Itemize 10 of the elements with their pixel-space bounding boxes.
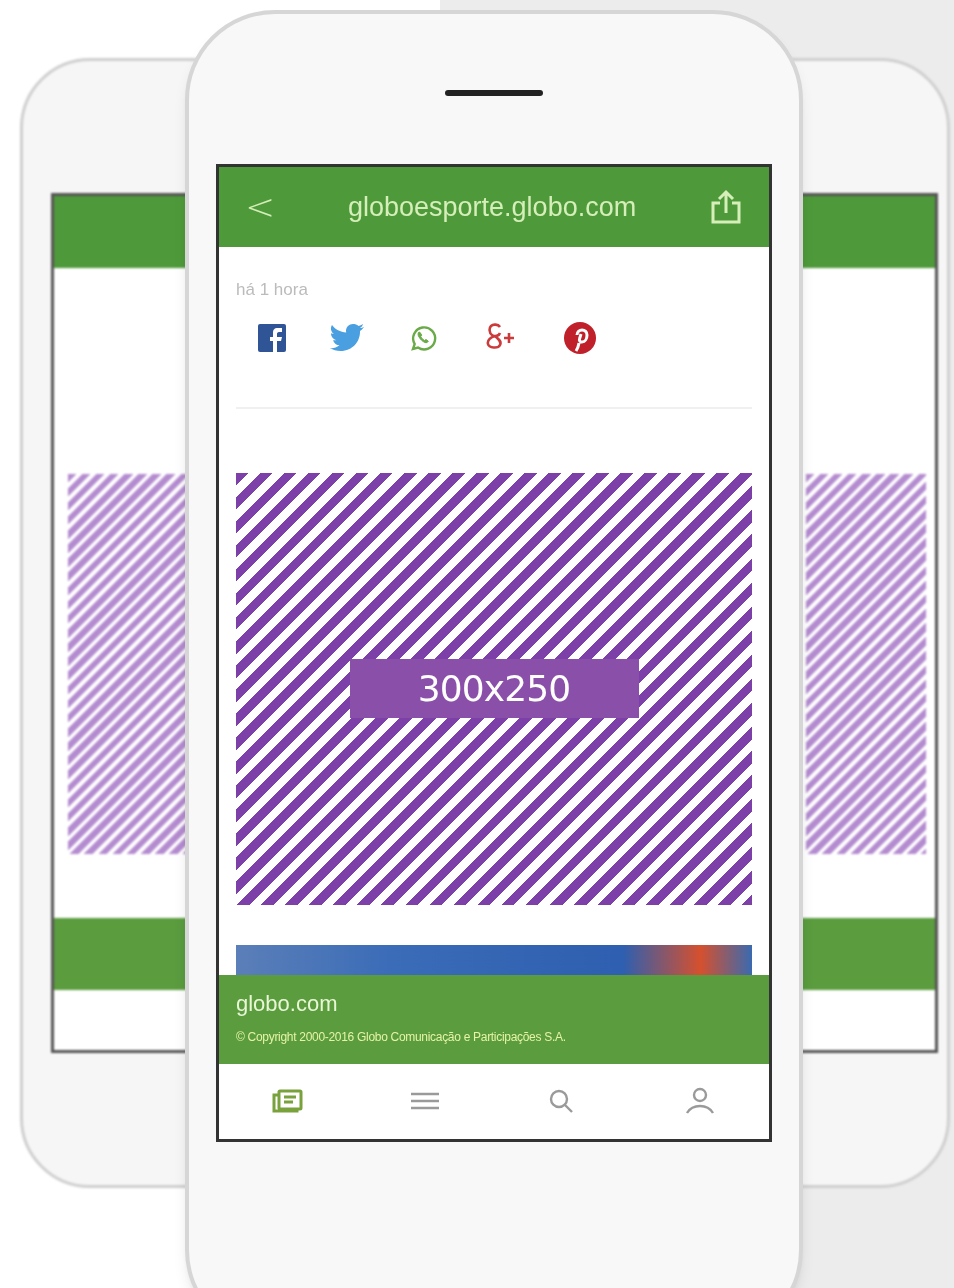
bird-icon[interactable] <box>330 323 364 352</box>
ad-size-label: 300x250 <box>349 659 639 718</box>
site-title: globoesporte.globo.com <box>348 190 637 224</box>
copyright-text: © Copyright 2000-2016 Globo Comunicação e Participações S.A. <box>236 1028 567 1046</box>
timestamp: há 1 hora <box>236 279 309 301</box>
pin-icon[interactable] <box>564 321 596 354</box>
footer-brand: globo.com <box>236 989 339 1018</box>
share-icon[interactable] <box>709 189 743 225</box>
back-button[interactable]: < <box>245 189 276 225</box>
facebook-icon[interactable] <box>258 323 286 352</box>
